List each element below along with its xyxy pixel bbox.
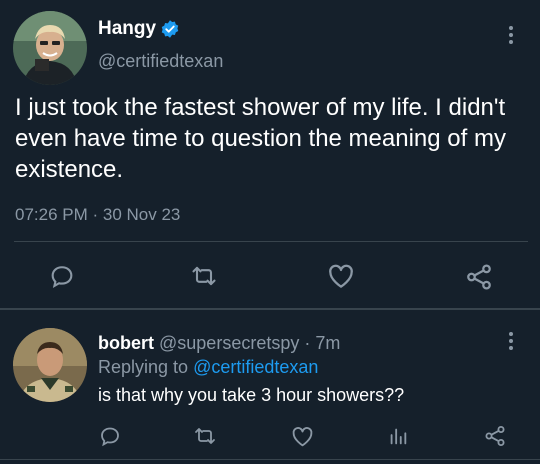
- author-handle[interactable]: @certifiedtexan: [98, 51, 223, 72]
- analytics-icon[interactable]: [387, 425, 409, 447]
- divider: [14, 241, 528, 242]
- reply-text: is that why you take 3 hour showers??: [98, 385, 405, 405]
- share-icon[interactable]: [483, 424, 507, 448]
- like-icon[interactable]: [290, 424, 315, 449]
- tweet-timestamp[interactable]: 07:26 PM · 30 Nov 23: [15, 205, 180, 225]
- reply-action-bar: [0, 422, 540, 452]
- retweet-icon[interactable]: [188, 262, 220, 290]
- share-icon[interactable]: [464, 262, 494, 292]
- more-vertical-icon[interactable]: [508, 26, 514, 46]
- reply-header: bobert @supersecretspy · 7m: [98, 333, 340, 354]
- reply-icon[interactable]: [98, 424, 122, 448]
- replying-to: Replying to @certifiedtexan: [98, 357, 318, 378]
- verified-badge-icon: [161, 20, 179, 38]
- reply-separator: ·: [299, 333, 316, 353]
- section-divider: [0, 308, 540, 310]
- reply-handle[interactable]: @supersecretspy: [159, 333, 299, 353]
- more-vertical-icon[interactable]: [508, 332, 514, 352]
- replying-prefix: Replying to: [98, 357, 194, 377]
- reply-icon[interactable]: [47, 262, 77, 290]
- reply-display-name[interactable]: bobert: [98, 333, 154, 353]
- replying-to-link[interactable]: @certifiedtexan: [193, 357, 318, 377]
- author-avatar[interactable]: [13, 11, 87, 85]
- author-display-name[interactable]: Hangy: [98, 18, 156, 40]
- like-icon[interactable]: [326, 261, 356, 291]
- divider: [0, 459, 540, 460]
- author-name-row: Hangy: [98, 18, 180, 40]
- reply-author-avatar[interactable]: [13, 328, 87, 402]
- tweet-action-bar: [0, 258, 540, 292]
- retweet-icon[interactable]: [192, 424, 218, 448]
- tweet-text: I just took the fastest shower of my lif…: [15, 94, 506, 183]
- reply-time[interactable]: 7m: [315, 333, 340, 353]
